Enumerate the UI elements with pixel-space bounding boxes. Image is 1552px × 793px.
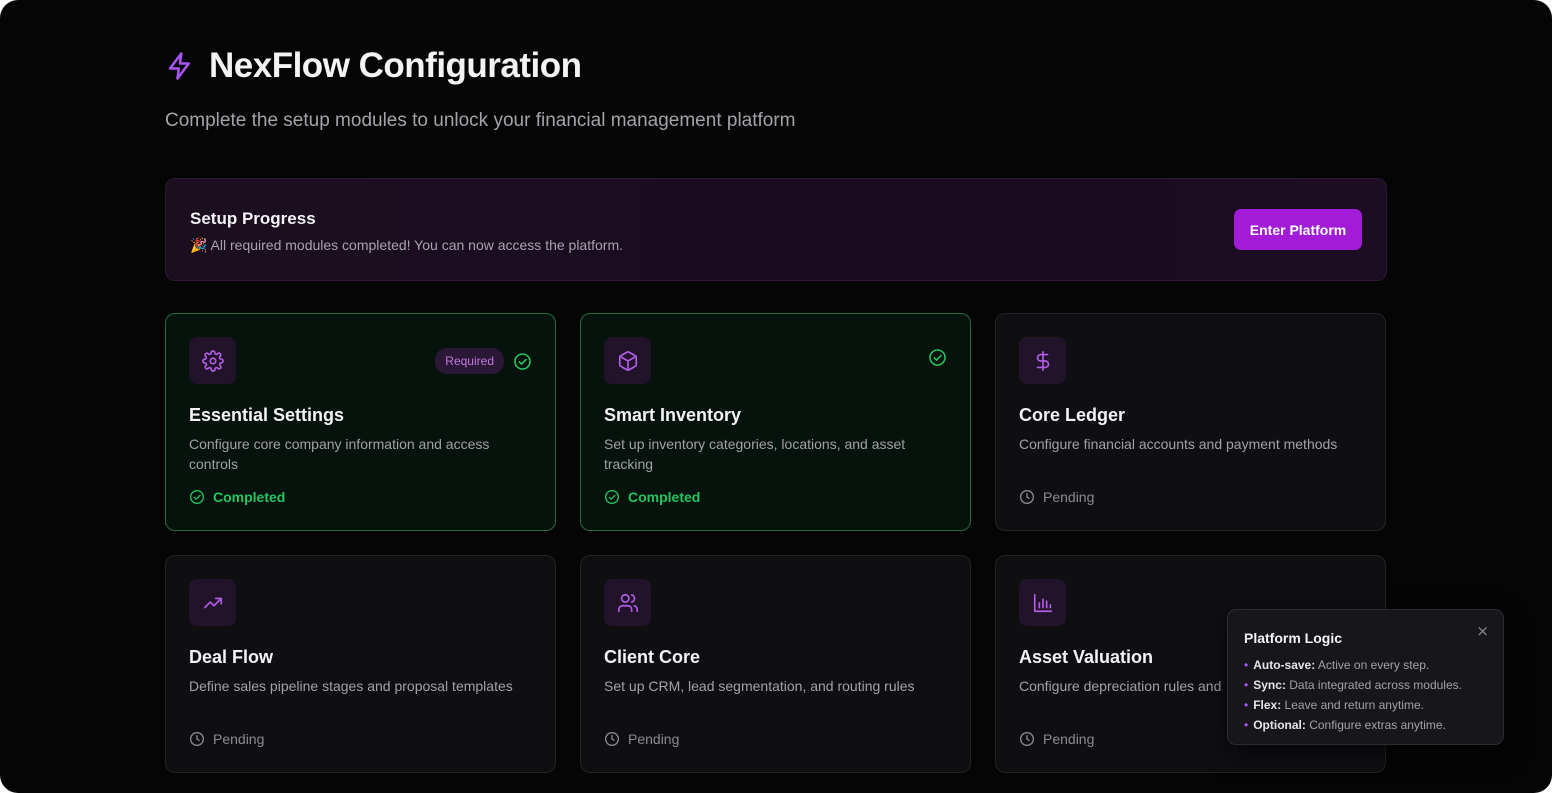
app-window: NexFlow Configuration Complete the setup… (0, 0, 1552, 793)
status-completed: Completed (189, 489, 285, 505)
module-description: Configure financial accounts and payment… (1019, 436, 1338, 452)
enter-platform-button[interactable]: Enter Platform (1234, 209, 1362, 250)
gear-icon (189, 337, 236, 384)
package-icon (604, 337, 651, 384)
module-title: Smart Inventory (604, 405, 742, 425)
module-description: Set up inventory categories, locations, … (604, 436, 906, 472)
dollar-icon (1019, 337, 1066, 384)
status-label: Pending (628, 731, 680, 747)
check-circle-icon (190, 490, 204, 504)
trending-up-icon (189, 579, 236, 626)
status-pending: Pending (189, 731, 264, 747)
clock-icon (190, 732, 204, 746)
page-subtitle: Complete the setup modules to unlock you… (165, 110, 796, 131)
status-pending: Pending (1019, 731, 1094, 747)
check-circle-icon (513, 352, 532, 371)
close-icon[interactable]: × (1476, 624, 1489, 639)
status-label: Pending (1043, 731, 1095, 747)
required-badge: Required (435, 348, 504, 374)
status-label: Pending (213, 731, 265, 747)
status-pending: Pending (604, 731, 679, 747)
module-title: Asset Valuation (1019, 647, 1154, 667)
status-label: Pending (1043, 489, 1095, 505)
users-icon (604, 579, 651, 626)
module-description: Define sales pipeline stages and proposa… (189, 678, 513, 694)
page-title: NexFlow Configuration (209, 46, 582, 85)
module-title: Essential Settings (189, 405, 345, 425)
module-card-essential-settings[interactable]: Required Essential Settings Configure co… (165, 313, 556, 531)
module-title: Deal Flow (189, 647, 274, 667)
module-card-deal-flow[interactable]: Deal Flow Define sales pipeline stages a… (165, 555, 556, 773)
list-item: • Auto-save: Active on every step. (1244, 658, 1430, 672)
list-item: • Flex: Leave and return anytime. (1244, 698, 1424, 712)
popup-list: • Auto-save: Active on every step. • Sync:… (1244, 655, 1462, 735)
check-circle-icon (928, 348, 947, 367)
module-card-core-ledger[interactable]: Core Ledger Configure financial accounts… (995, 313, 1386, 531)
list-item: • Sync: Data integrated across modules. (1244, 678, 1462, 692)
status-label: Completed (628, 489, 701, 505)
module-title: Client Core (604, 647, 701, 667)
module-card-client-core[interactable]: Client Core Set up CRM, lead segmentatio… (580, 555, 971, 773)
lightning-bolt-icon (165, 51, 195, 81)
module-description: Configure core company information and a… (189, 436, 490, 472)
bar-chart-icon (1019, 579, 1066, 626)
list-item: • Optional: Configure extras anytime. (1244, 718, 1446, 732)
module-card-smart-inventory[interactable]: Smart Inventory Set up inventory categor… (580, 313, 971, 531)
progress-message: 🎉 All required modules completed! You ca… (190, 237, 624, 253)
clock-icon (605, 732, 619, 746)
popup-title: Platform Logic (1244, 630, 1343, 646)
status-completed: Completed (604, 489, 700, 505)
setup-progress-panel: Setup Progress 🎉 All required modules co… (165, 178, 1387, 281)
progress-title: Setup Progress (190, 209, 316, 228)
clock-icon (1020, 732, 1034, 746)
status-pending: Pending (1019, 489, 1094, 505)
check-circle-icon (605, 490, 619, 504)
clock-icon (1020, 490, 1034, 504)
module-description: Set up CRM, lead segmentation, and routi… (604, 678, 915, 694)
status-label: Completed (213, 489, 286, 505)
module-title: Core Ledger (1019, 405, 1126, 425)
page-header: NexFlow Configuration Complete the setup… (165, 46, 796, 132)
platform-logic-popup: Platform Logic × • Auto-save: Active on e… (1227, 609, 1504, 745)
